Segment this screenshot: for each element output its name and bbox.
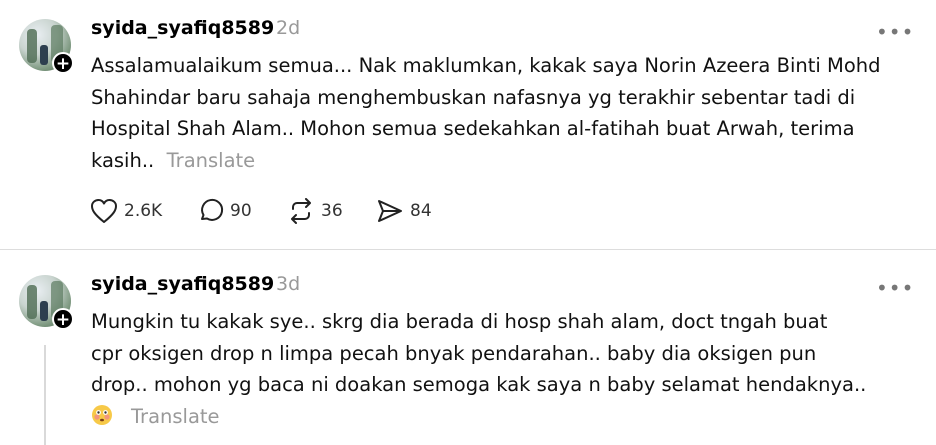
- repost-icon: [291, 198, 311, 224]
- like-count: 2.6K: [124, 201, 163, 221]
- comment-icon: [201, 198, 224, 221]
- post-time[interactable]: 3d: [276, 273, 300, 295]
- avatar[interactable]: +: [19, 275, 74, 330]
- translate-link[interactable]: Translate: [167, 149, 256, 172]
- heart-icon: [91, 199, 117, 223]
- repost-count: 36: [321, 201, 343, 221]
- share-count: 84: [410, 201, 432, 221]
- send-icon: [378, 200, 402, 222]
- post-line: Mungkin tu kakak sye.. skrg dia berada d…: [91, 310, 828, 333]
- reply-button[interactable]: 90: [198, 196, 252, 226]
- post-time[interactable]: 2d: [276, 17, 300, 39]
- post-divider: [0, 249, 936, 250]
- post-line: cpr oksigen drop n limpa pecah bnyak pen…: [91, 341, 817, 365]
- reply-count: 90: [230, 201, 252, 221]
- username[interactable]: syida_syafiq8589: [91, 273, 274, 295]
- post-line: kasih..: [91, 148, 155, 172]
- post-line: Hospital Shah Alam.. Mohon semua sedekah…: [91, 117, 855, 140]
- more-options-icon[interactable]: •••: [876, 22, 914, 42]
- post-text: Assalamualaikum semua... Nak maklumkan, …: [91, 50, 891, 176]
- repost-button[interactable]: 36: [287, 196, 343, 226]
- post-line: Assalamualaikum semua... Nak maklumkan, …: [91, 54, 881, 77]
- username[interactable]: syida_syafiq8589: [91, 17, 274, 39]
- avatar[interactable]: +: [19, 19, 74, 74]
- thread-line: [44, 345, 46, 445]
- follow-plus-icon[interactable]: +: [52, 308, 74, 330]
- share-button[interactable]: 84: [376, 196, 432, 226]
- like-button[interactable]: 2.6K: [90, 196, 162, 226]
- flushed-face-icon: [92, 404, 112, 425]
- post-text: Mungkin tu kakak sye.. skrg dia berada d…: [91, 306, 891, 432]
- translate-link[interactable]: Translate: [131, 405, 220, 428]
- post-line: drop.. mohon yg baca ni doakan semoga ka…: [91, 373, 867, 396]
- more-options-icon[interactable]: •••: [876, 278, 914, 298]
- post-line: Shahindar baru sahaja menghembuskan nafa…: [91, 85, 856, 109]
- follow-plus-icon[interactable]: +: [52, 52, 74, 74]
